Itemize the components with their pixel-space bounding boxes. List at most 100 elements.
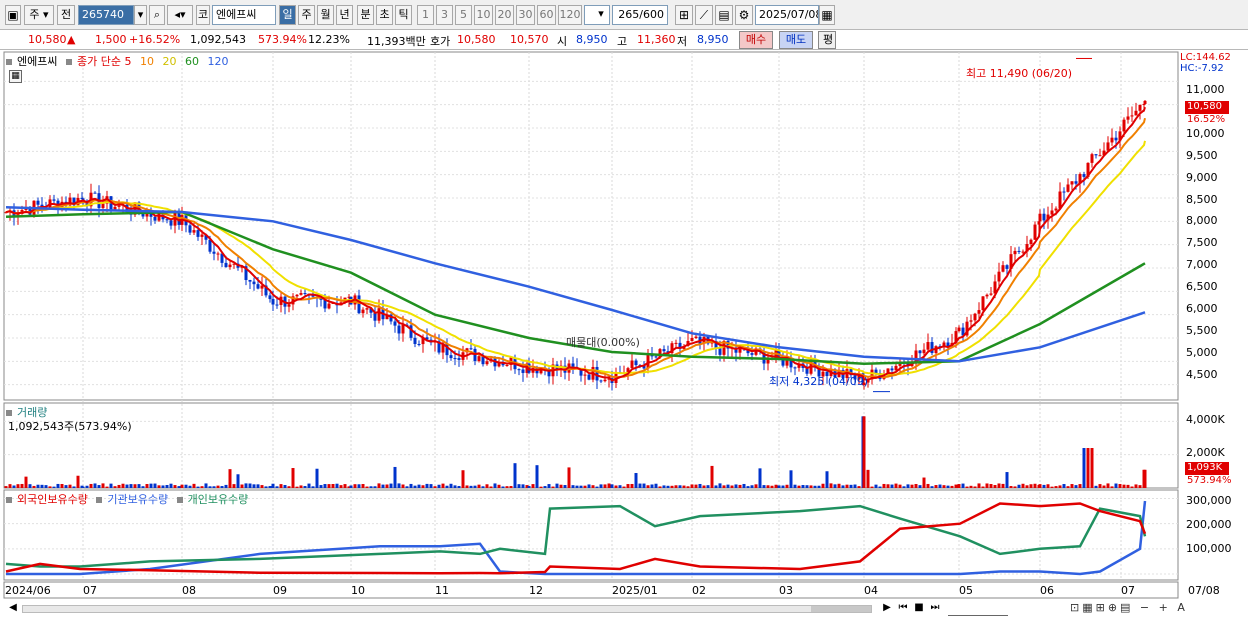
candle-body bbox=[595, 366, 599, 381]
bar-count-field[interactable]: 265/600 bbox=[612, 5, 668, 25]
scrollbar-track[interactable] bbox=[22, 605, 872, 613]
stock-code-input[interactable]: 265740 bbox=[78, 5, 134, 25]
buy-button[interactable]: 매수 bbox=[739, 31, 773, 49]
candle-body bbox=[165, 219, 169, 221]
period-button-day[interactable]: 일 bbox=[279, 5, 296, 25]
volume-bar bbox=[1033, 483, 1037, 488]
gear-icon[interactable]: ⚙ bbox=[735, 5, 753, 25]
period-button-month[interactable]: 월 bbox=[317, 5, 334, 25]
legend-square-icon bbox=[6, 410, 12, 416]
scroll-right-icon[interactable]: ▶ bbox=[880, 602, 894, 616]
volume-bar bbox=[1050, 486, 1054, 488]
chevron-down-icon[interactable]: ▾ bbox=[134, 5, 147, 25]
period-button-tick[interactable]: 틱 bbox=[395, 5, 412, 25]
interval-button-5[interactable]: 5 bbox=[455, 5, 472, 25]
period-button-second[interactable]: 초 bbox=[376, 5, 393, 25]
interval-button-120[interactable]: 120 bbox=[558, 5, 582, 25]
sell-button[interactable]: 매도 bbox=[779, 31, 813, 49]
volume-bar bbox=[141, 486, 145, 488]
volume-bar bbox=[837, 483, 841, 488]
candle-body bbox=[1130, 115, 1134, 117]
volume-bar bbox=[228, 469, 232, 488]
x-tick: 07 bbox=[1121, 584, 1135, 597]
period-button-year[interactable]: 년 bbox=[336, 5, 353, 25]
high-price: 11,360 bbox=[637, 33, 676, 46]
volume-bar bbox=[240, 484, 244, 488]
volume-bar bbox=[607, 483, 611, 488]
quote-bar: 10,580 ▲ 1,500 +16.52% 1,092,543 573.94%… bbox=[0, 30, 1248, 50]
y-tick: 9,500 bbox=[1186, 149, 1218, 162]
interval-button-30[interactable]: 30 bbox=[516, 5, 535, 25]
chart-area[interactable]: 엔에프씨 종가 단순 5 10 20 60 120 ▦ LC:144.62 HC… bbox=[0, 50, 1248, 621]
volume-bar bbox=[1130, 486, 1134, 488]
volume-bar bbox=[730, 485, 734, 488]
volume-bar bbox=[829, 483, 833, 488]
market-type-select[interactable]: 주 ▾ bbox=[24, 5, 54, 25]
volume-bar bbox=[801, 485, 805, 488]
candle-body bbox=[117, 205, 121, 207]
rewind-icon[interactable]: ⏮ bbox=[896, 602, 910, 616]
volume-bar bbox=[268, 486, 272, 488]
volume-bar bbox=[595, 486, 599, 488]
x-tick: 12 bbox=[529, 584, 543, 597]
volume-bar bbox=[849, 484, 853, 488]
interval-button-20[interactable]: 20 bbox=[495, 5, 514, 25]
date-field[interactable]: 2025/07/08 bbox=[755, 5, 819, 25]
scrollbar-thumb[interactable] bbox=[811, 606, 871, 612]
fast-forward-icon[interactable]: ⏭ bbox=[928, 602, 942, 616]
interval-button-10[interactable]: 10 bbox=[474, 5, 493, 25]
calculator-icon[interactable]: ▦ bbox=[9, 70, 22, 83]
interval-button-60[interactable]: 60 bbox=[537, 5, 556, 25]
toolbar-icons-bottom[interactable]: ⊡▦⊞⊕▤ − + A bbox=[1070, 601, 1240, 616]
volume-bar bbox=[449, 483, 453, 488]
volume-bar bbox=[626, 484, 630, 488]
volume-bar bbox=[714, 485, 718, 488]
interval-button-1[interactable]: 1 bbox=[417, 5, 434, 25]
volume-bar bbox=[481, 486, 485, 488]
volume-bar bbox=[938, 484, 942, 488]
calendar-icon[interactable]: ▦ bbox=[819, 5, 835, 25]
volume-bar bbox=[232, 484, 236, 488]
volume-bar bbox=[369, 486, 373, 488]
candle-body bbox=[1054, 208, 1058, 211]
volume-bar bbox=[373, 486, 377, 488]
volume-bar bbox=[587, 484, 591, 488]
chevron-down-icon[interactable]: ▾ bbox=[594, 5, 608, 25]
volume-bar bbox=[335, 483, 339, 488]
volume-bar bbox=[977, 483, 981, 488]
volume-bar bbox=[409, 483, 413, 488]
candle-body bbox=[101, 203, 105, 208]
holding-y-tick: 300,000 bbox=[1186, 494, 1232, 507]
volume-bar bbox=[1078, 484, 1082, 488]
volume-bar bbox=[493, 483, 497, 488]
volume-bar bbox=[319, 485, 323, 488]
volume-bar bbox=[28, 484, 32, 488]
interval-button-3[interactable]: 3 bbox=[436, 5, 453, 25]
candle-body bbox=[275, 304, 279, 306]
period-button-minute[interactable]: 분 bbox=[357, 5, 374, 25]
volume-bar bbox=[833, 484, 837, 488]
speaker-icon[interactable]: ◂▾ bbox=[167, 5, 193, 25]
volume-bar bbox=[742, 483, 746, 488]
volume-bar bbox=[734, 484, 738, 488]
volume-bar bbox=[1070, 484, 1074, 488]
candle-body bbox=[153, 216, 157, 221]
crosshair-icon[interactable]: ⊞ bbox=[675, 5, 693, 25]
candle-body bbox=[196, 230, 200, 237]
eval-button[interactable]: 평 bbox=[818, 31, 836, 49]
volume-bar bbox=[307, 483, 311, 488]
volume-bar bbox=[527, 486, 531, 488]
volume-bar bbox=[377, 483, 381, 488]
stop-icon[interactable]: ■ bbox=[912, 602, 926, 616]
scroll-left-icon[interactable]: ◀ bbox=[6, 602, 20, 616]
draw-line-icon[interactable]: ⟋ bbox=[695, 5, 713, 25]
magnifier-icon[interactable]: ⌕ bbox=[149, 5, 165, 25]
candle-body bbox=[1143, 100, 1147, 104]
x-tick: 05 bbox=[959, 584, 973, 597]
volume-bar bbox=[698, 483, 702, 488]
save-icon[interactable]: ▤ bbox=[715, 5, 733, 25]
window-icon[interactable]: ▣ bbox=[5, 5, 21, 25]
compare-button[interactable]: 전 bbox=[57, 5, 75, 25]
zoom-slider[interactable] bbox=[948, 602, 1008, 616]
period-button-week[interactable]: 주 bbox=[298, 5, 315, 25]
